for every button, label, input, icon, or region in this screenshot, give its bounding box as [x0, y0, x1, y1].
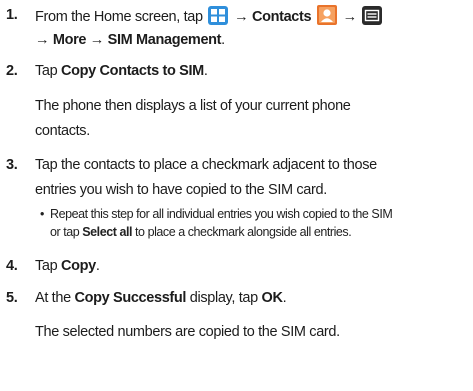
- apps-grid-icon: [208, 6, 229, 31]
- step-2-note-line-2: contacts.: [35, 123, 90, 139]
- step-2-note-line-1: The phone then displays a list of your c…: [35, 98, 351, 114]
- contacts-person-icon: [316, 5, 337, 31]
- instruction-page: 1. From the Home screen, tap → Contacts: [0, 0, 473, 391]
- step-text-line-2: → More → SIM Management.: [35, 32, 225, 48]
- step-number: 5.: [6, 290, 18, 306]
- step-text: Tap Copy Contacts to SIM.: [35, 63, 208, 79]
- step-5-note: The selected numbers are copied to the S…: [35, 324, 340, 340]
- step-number: 1.: [6, 7, 18, 23]
- step-number: 4.: [6, 258, 18, 274]
- step-text-line-2: entries you wish to have copied to the S…: [35, 182, 327, 198]
- step-text: Tap the contacts to place a checkmark ad…: [35, 157, 377, 173]
- step-text: From the Home screen, tap → Contacts →: [35, 5, 384, 31]
- step-text: Tap Copy.: [35, 258, 100, 274]
- step-number: 3.: [6, 157, 18, 173]
- step-text: At the Copy Successful display, tap OK.: [35, 290, 287, 306]
- step-number: 2.: [6, 63, 18, 79]
- menu-icon: [362, 6, 383, 31]
